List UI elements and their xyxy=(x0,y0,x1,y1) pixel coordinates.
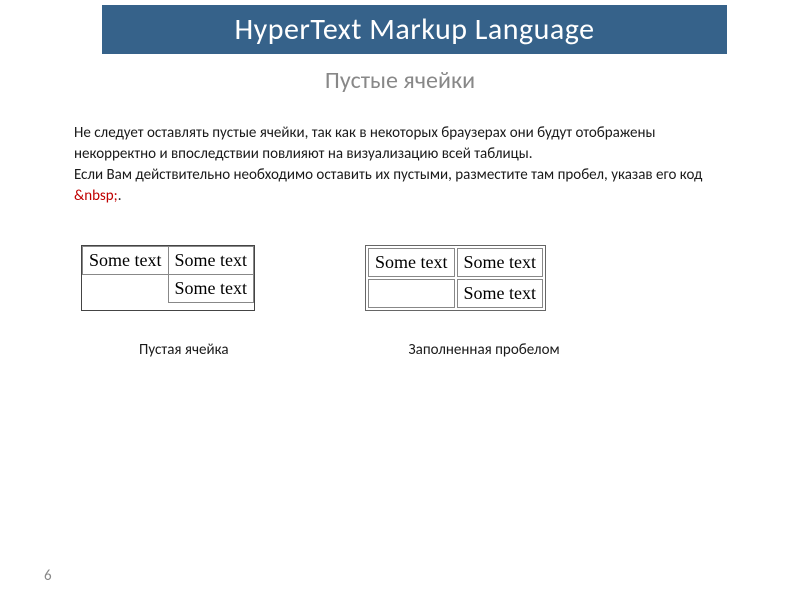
slide-subtitle: Пустые ячейки xyxy=(0,66,800,95)
page-number: 6 xyxy=(44,567,52,585)
paragraph-2-pre: Если Вам действительно необходимо остави… xyxy=(74,166,702,184)
paragraph-2-post: . xyxy=(118,187,122,205)
table-left-wrapper: Some text Some text Some text xyxy=(81,245,255,311)
table-cell: Some text xyxy=(83,247,169,275)
slide-content: Не следует оставлять пустые ячейки, так … xyxy=(0,95,800,359)
label-empty-cell: Пустая ячейка xyxy=(139,341,229,359)
table-cell: Some text xyxy=(368,248,455,277)
table-right-wrapper: Some text Some text Some text xyxy=(365,245,546,311)
table-cell: Some text xyxy=(168,247,254,275)
table-cell-nbsp xyxy=(368,279,455,308)
table-row: Some text Some text xyxy=(83,247,254,275)
table-empty-cell: Some text Some text Some text xyxy=(82,246,254,303)
table-cell: Some text xyxy=(457,279,544,308)
slide-title-bar: HyperText Markup Language xyxy=(102,5,727,54)
table-nbsp-cell: Some text Some text Some text xyxy=(366,246,545,310)
paragraph-2: Если Вам действительно необходимо остави… xyxy=(74,165,740,207)
label-nbsp-cell: Заполненная пробелом xyxy=(409,341,560,359)
slide-title: HyperText Markup Language xyxy=(234,11,594,48)
table-cell: Some text xyxy=(168,275,254,303)
table-cell: Some text xyxy=(457,248,544,277)
paragraph-1: Не следует оставлять пустые ячейки, так … xyxy=(74,123,740,165)
table-cell-empty xyxy=(83,275,169,303)
table-row: Some text xyxy=(83,275,254,303)
code-nbsp: &nbsp; xyxy=(74,187,118,205)
table-row: Some text xyxy=(368,279,543,308)
labels-row: Пустая ячейка Заполненная пробелом xyxy=(139,341,740,359)
table-row: Some text Some text xyxy=(368,248,543,277)
example-tables-row: Some text Some text Some text Some text … xyxy=(81,245,740,311)
